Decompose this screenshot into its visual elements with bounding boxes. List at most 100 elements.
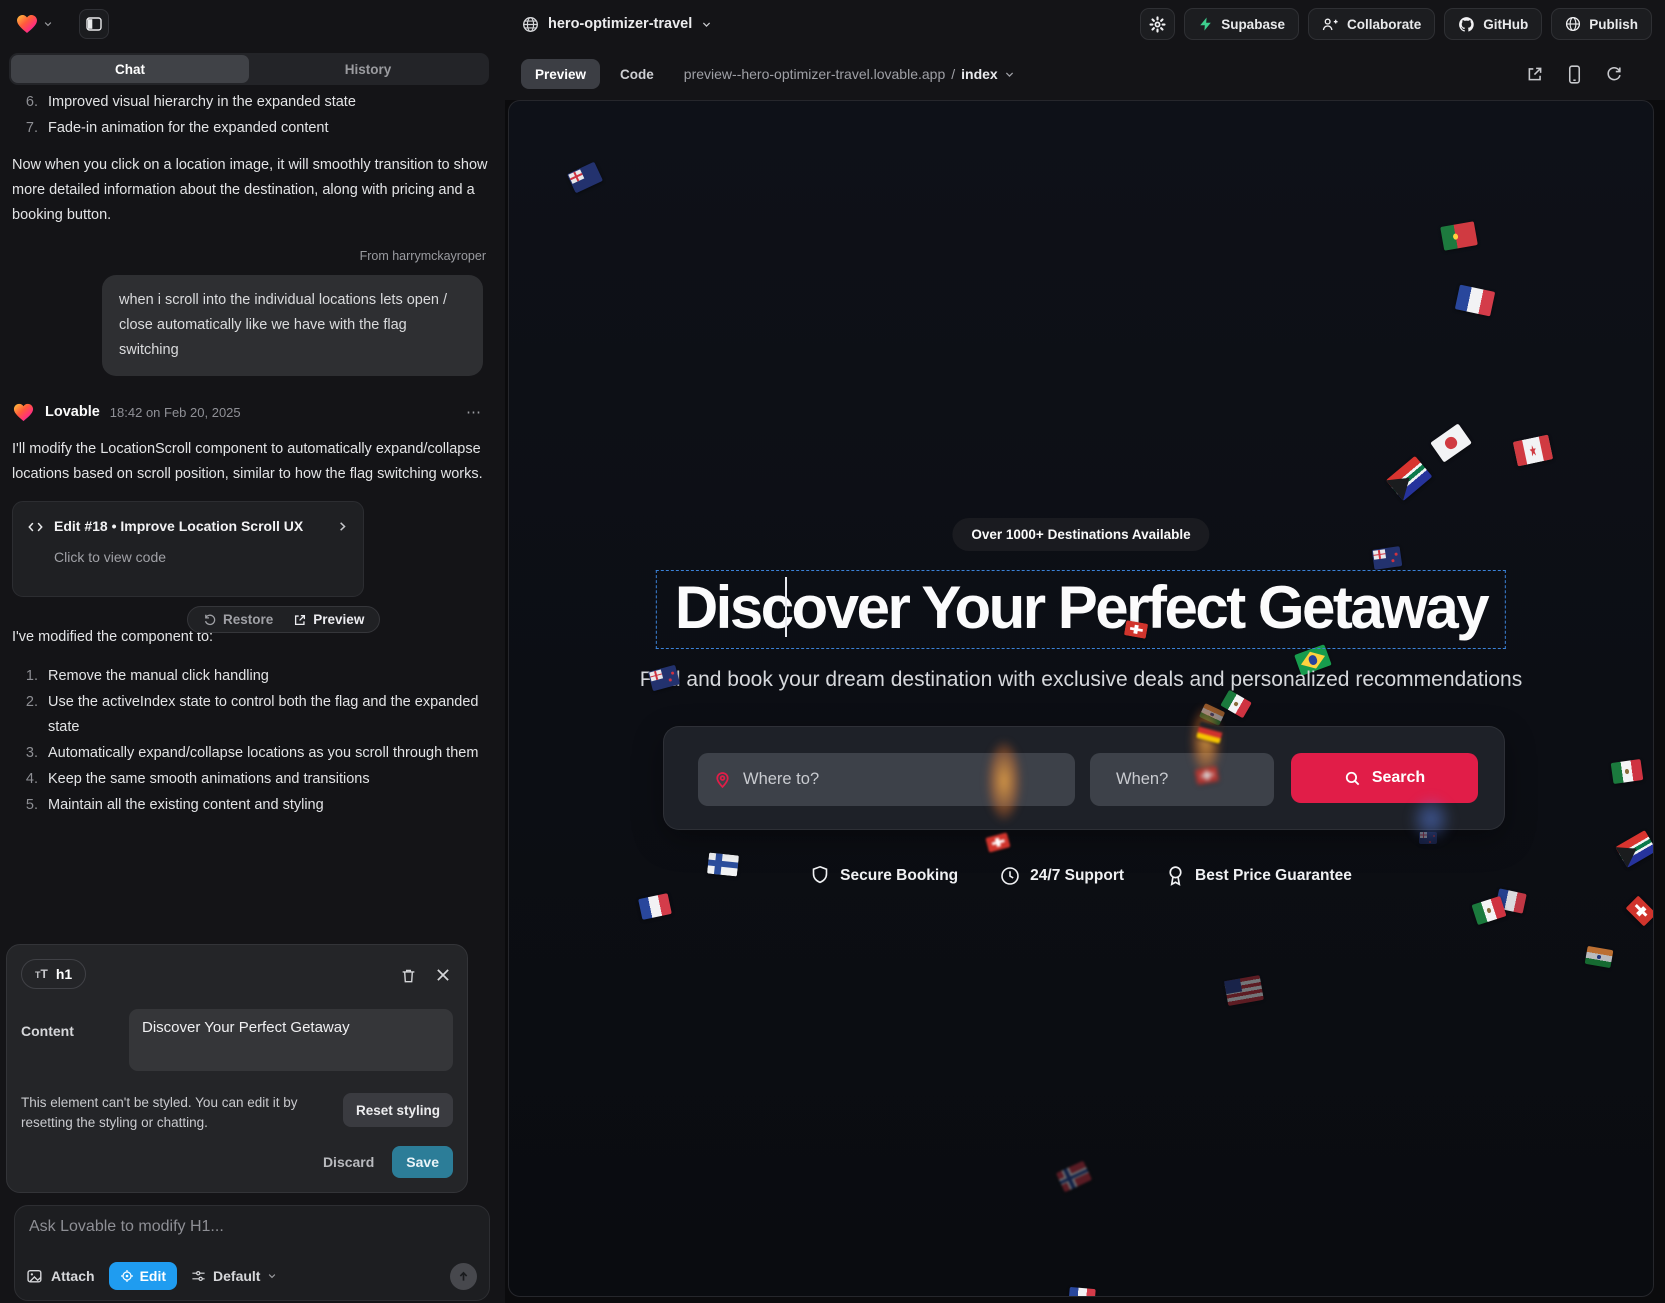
attach-button[interactable]: Attach (27, 1268, 95, 1284)
github-icon (1458, 16, 1475, 33)
tab-history[interactable]: History (249, 55, 487, 83)
hero-subtitle: Find and book your dream destination wit… (509, 668, 1653, 692)
sidebar-toggle-button[interactable] (79, 9, 109, 39)
selected-h1-outline[interactable]: Discover Your Perfect Getaway (656, 570, 1506, 649)
supabase-label: Supabase (1221, 17, 1285, 32)
styling-note: This element can't be styled. You can ed… (21, 1093, 333, 1133)
trust-indicators: Secure Booking 24/7 Support Best Price G… (509, 865, 1653, 886)
chevron-right-icon (336, 520, 349, 533)
people-icon (1322, 17, 1339, 32)
refresh-icon[interactable] (1605, 65, 1623, 83)
publish-label: Publish (1589, 17, 1638, 32)
assistant-name: Lovable (45, 400, 100, 425)
trust-secure-booking: Secure Booking (810, 865, 958, 886)
edit-version-card[interactable]: Edit #18 • Improve Location Scroll UX Cl… (12, 501, 364, 597)
chat-scroll-area[interactable]: Improved visual hierarchy in the expande… (12, 90, 490, 944)
flag-in-icon (1585, 946, 1614, 968)
external-link-icon (293, 613, 307, 627)
location-pin-icon (713, 770, 732, 789)
mobile-view-icon[interactable] (1568, 65, 1581, 84)
sidebar-tabs: Chat History (9, 53, 489, 85)
text-caret (785, 577, 787, 637)
destinations-badge: Over 1000+ Destinations Available (952, 518, 1209, 551)
assistant-paragraph: Now when you click on a location image, … (12, 153, 490, 228)
discard-button[interactable]: Discard (323, 1154, 374, 1170)
top-bar: hero-optimizer-travel Supabase Colla (0, 0, 1665, 48)
tab-code[interactable]: Code (612, 67, 662, 82)
flag-no-icon (1056, 1160, 1092, 1192)
list-item: Fade-in animation for the expanded conte… (42, 116, 490, 141)
send-button[interactable] (450, 1263, 477, 1290)
assistant-list-tail: Improved visual hierarchy in the expande… (42, 90, 490, 141)
text-type-icon: TT (35, 967, 48, 981)
selected-element-tag: h1 (56, 966, 72, 982)
restore-button[interactable]: Restore (194, 607, 282, 632)
message-timestamp: 18:42 on Feb 20, 2025 (110, 400, 241, 425)
url-host: preview--hero-optimizer-travel.lovable.a… (684, 66, 945, 82)
target-icon (120, 1269, 134, 1283)
globe-icon (522, 16, 539, 33)
preview-url[interactable]: preview--hero-optimizer-travel.lovable.a… (684, 66, 1015, 82)
default-mode-selector[interactable]: Default (191, 1268, 277, 1284)
list-item: Maintain all the existing content and st… (42, 793, 490, 818)
project-switcher[interactable]: hero-optimizer-travel (522, 0, 712, 48)
award-icon (1166, 865, 1185, 886)
publish-button[interactable]: Publish (1551, 8, 1652, 40)
content-label: Content (21, 1009, 129, 1071)
shield-icon (810, 865, 830, 886)
when-field[interactable] (1090, 753, 1274, 806)
chevron-down-icon (701, 19, 712, 30)
github-label: GitHub (1483, 17, 1528, 32)
edit-card-subtitle: Click to view code (54, 545, 349, 570)
flag-fr-icon (1455, 285, 1495, 317)
chevron-down-icon (1004, 69, 1015, 80)
trust-label: 24/7 Support (1030, 867, 1124, 885)
chat-input[interactable] (29, 1218, 475, 1236)
restore-label: Restore (223, 607, 273, 632)
url-page: index (961, 66, 998, 82)
edit-card-title: Edit #18 • Improve Location Scroll UX (54, 514, 326, 539)
save-button[interactable]: Save (392, 1146, 453, 1178)
hero-title[interactable]: Discover Your Perfect Getaway (675, 573, 1487, 642)
edit-mode-button[interactable]: Edit (109, 1262, 177, 1290)
flag-mx-icon (1611, 759, 1644, 784)
list-item: Use the activeIndex state to control bot… (42, 690, 490, 740)
selected-element-badge[interactable]: TT h1 (21, 959, 86, 989)
list-item: Automatically expand/collapse locations … (42, 741, 490, 766)
assistant-message-header: Lovable 18:42 on Feb 20, 2025 ⋯ (12, 400, 490, 425)
tab-preview[interactable]: Preview (521, 59, 600, 89)
supabase-button[interactable]: Supabase (1184, 8, 1299, 40)
trust-label: Best Price Guarantee (1195, 867, 1352, 885)
flag-glow (987, 741, 1021, 821)
preview-panel[interactable]: Over 1000+ Destinations Available Discov… (508, 100, 1654, 1297)
content-textarea[interactable]: Discover Your Perfect Getaway (129, 1009, 453, 1071)
collaborate-button[interactable]: Collaborate (1308, 8, 1435, 40)
list-item: Remove the manual click handling (42, 664, 490, 689)
collaborate-label: Collaborate (1347, 17, 1421, 32)
close-icon[interactable] (435, 967, 451, 983)
lovable-logo[interactable] (15, 12, 53, 36)
trash-icon[interactable] (400, 967, 417, 985)
github-button[interactable]: GitHub (1444, 8, 1542, 40)
trust-best-price: Best Price Guarantee (1166, 865, 1352, 886)
search-button[interactable]: Search (1291, 753, 1478, 803)
attach-label: Attach (51, 1268, 95, 1284)
open-external-icon[interactable] (1526, 65, 1544, 83)
flag-mx-icon (1220, 690, 1252, 719)
trust-label: Secure Booking (840, 867, 958, 885)
preview-version-button[interactable]: Preview (284, 607, 373, 632)
flag-pt-icon (1440, 221, 1478, 250)
message-overflow-menu[interactable]: ⋯ (466, 400, 482, 425)
reset-styling-button[interactable]: Reset styling (343, 1093, 453, 1127)
supabase-icon (1198, 16, 1213, 32)
message-source-label: From harrymckayroper (12, 244, 486, 269)
settings-button[interactable] (1140, 8, 1175, 40)
topbar-actions: Supabase Collaborate GitHub Publish (1140, 8, 1652, 40)
flag-za-icon (1615, 830, 1654, 868)
list-item: Improved visual hierarchy in the expande… (42, 90, 490, 115)
element-editor-panel: TT h1 Content Discover Your Perfect Geta… (6, 944, 468, 1193)
flag-za-icon (1386, 456, 1432, 501)
search-icon (1344, 770, 1361, 787)
tab-chat[interactable]: Chat (11, 55, 249, 83)
flag-nz-icon (1372, 546, 1402, 569)
